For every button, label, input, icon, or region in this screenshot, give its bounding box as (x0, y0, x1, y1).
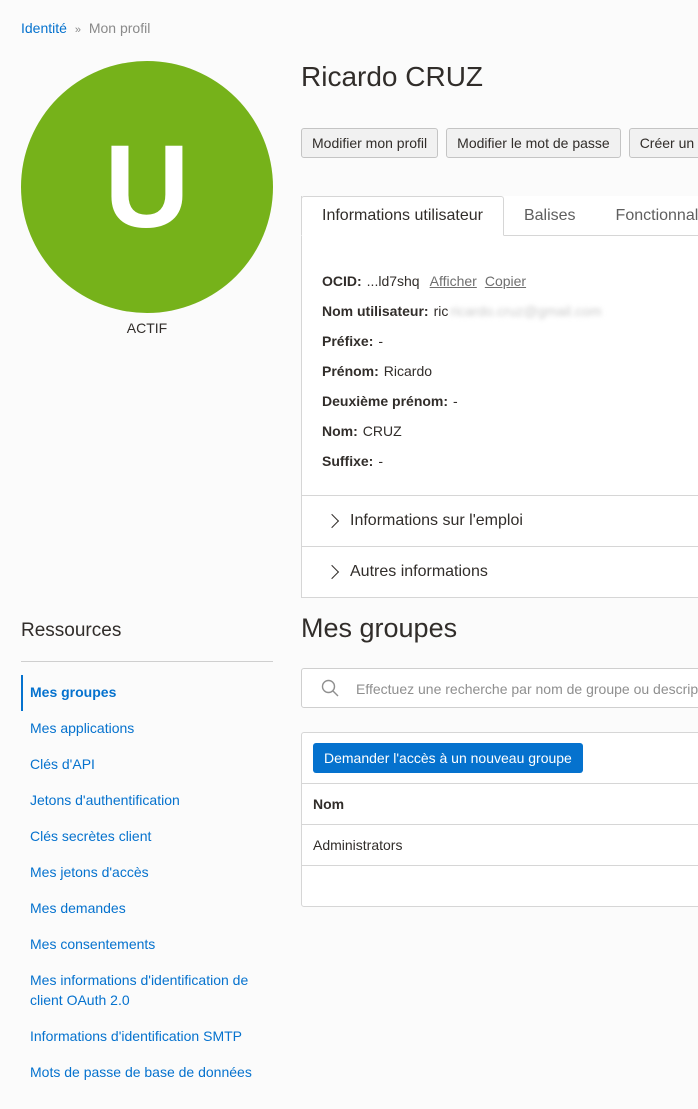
avatar: U (21, 61, 273, 313)
resource-oauth-credentials[interactable]: Mes informations d'identification de cli… (21, 963, 273, 1019)
status-label: ACTIF (126, 320, 168, 336)
action-toolbar: Modifier mon profil Modifier le mot de p… (301, 128, 698, 158)
middle-name-label: Deuxième prénom: (322, 393, 449, 409)
other-info-expander[interactable]: Autres informations (301, 546, 698, 597)
tab-capabilities[interactable]: Fonctionnal (596, 196, 698, 235)
first-name-value: Ricardo (383, 363, 433, 379)
suffix-label: Suffixe: (322, 453, 374, 469)
resource-auth-tokens[interactable]: Jetons d'authentification (21, 783, 273, 819)
prefix-value: - (378, 333, 384, 349)
prefix-label: Préfixe: (322, 333, 374, 349)
group-name-cell: Administrators (313, 837, 403, 853)
employment-info-label: Informations sur l'emploi (350, 512, 523, 529)
table-row: Administrators (302, 824, 698, 865)
resource-my-requests[interactable]: Mes demandes (21, 891, 273, 927)
resource-api-keys[interactable]: Clés d'API (21, 747, 273, 783)
resource-client-secrets[interactable]: Clés secrètes client (21, 819, 273, 855)
tab-tags[interactable]: Balises (504, 196, 596, 235)
username-label: Nom utilisateur: (322, 303, 429, 319)
other-info-label: Autres informations (350, 563, 488, 580)
resource-my-consents[interactable]: Mes consentements (21, 927, 273, 963)
prefix-row: Préfixe: - (322, 326, 602, 356)
breadcrumb-separator: » (74, 24, 81, 36)
first-name-row: Prénom: Ricardo (322, 356, 602, 386)
breadcrumb-current: Mon profil (88, 20, 151, 36)
resources-divider (21, 661, 273, 662)
copy-ocid-link[interactable]: Copier (485, 273, 526, 289)
chevron-right-icon (324, 513, 340, 529)
breadcrumb-identity-link[interactable]: Identité (21, 20, 67, 36)
resources-title: Ressources (21, 620, 122, 641)
table-header-name[interactable]: Nom (302, 783, 698, 824)
create-button[interactable]: Créer un l (628, 128, 698, 158)
table-empty-row (302, 865, 698, 906)
username-redacted: ricardo.cruz@gmail.com (450, 303, 602, 319)
resources-nav: Mes groupes Mes applications Clés d'API … (21, 675, 273, 1091)
username-value: ric (433, 303, 449, 319)
last-name-value: CRUZ (362, 423, 402, 439)
suffix-row: Suffixe: - (322, 446, 602, 476)
ocid-label: OCID: (322, 273, 362, 289)
resource-db-passwords[interactable]: Mots de passe de base de données (21, 1055, 273, 1091)
groups-table: Demander l'accès à un nouveau groupe Nom… (301, 732, 698, 907)
group-search-input[interactable] (354, 669, 698, 709)
user-info-list: OCID: ...ld7shq Afficher Copier Nom util… (322, 266, 602, 476)
page-title: Ricardo CRUZ (301, 61, 484, 92)
request-group-access-button[interactable]: Demander l'accès à un nouveau groupe (313, 743, 583, 773)
avatar-letter: U (104, 121, 190, 253)
middle-name-row: Deuxième prénom: - (322, 386, 602, 416)
last-name-row: Nom: CRUZ (322, 416, 602, 446)
ocid-row: OCID: ...ld7shq Afficher Copier (322, 266, 602, 296)
groups-title: Mes groupes (301, 613, 458, 643)
profile-tabs: Informations utilisateur Balises Fonctio… (301, 196, 698, 236)
search-icon (321, 679, 339, 697)
breadcrumb: Identité » Mon profil (21, 20, 150, 36)
show-ocid-link[interactable]: Afficher (430, 273, 477, 289)
resource-my-groups[interactable]: Mes groupes (21, 675, 273, 711)
employment-info-expander[interactable]: Informations sur l'emploi (301, 495, 698, 546)
edit-profile-button[interactable]: Modifier mon profil (301, 128, 439, 158)
ocid-value: ...ld7shq (366, 273, 420, 289)
change-password-button[interactable]: Modifier le mot de passe (446, 128, 621, 158)
resource-my-applications[interactable]: Mes applications (21, 711, 273, 747)
group-search-box (301, 668, 698, 709)
suffix-value: - (378, 453, 384, 469)
tab-user-info[interactable]: Informations utilisateur (301, 196, 504, 236)
last-name-label: Nom: (322, 423, 358, 439)
middle-name-value: - (453, 393, 458, 409)
resource-access-tokens[interactable]: Mes jetons d'accès (21, 855, 273, 891)
username-row: Nom utilisateur: ric ricardo.cruz@gmail.… (322, 296, 602, 326)
chevron-right-icon (324, 564, 340, 580)
first-name-label: Prénom: (322, 363, 379, 379)
resource-smtp-credentials[interactable]: Informations d'identification SMTP (21, 1019, 273, 1055)
